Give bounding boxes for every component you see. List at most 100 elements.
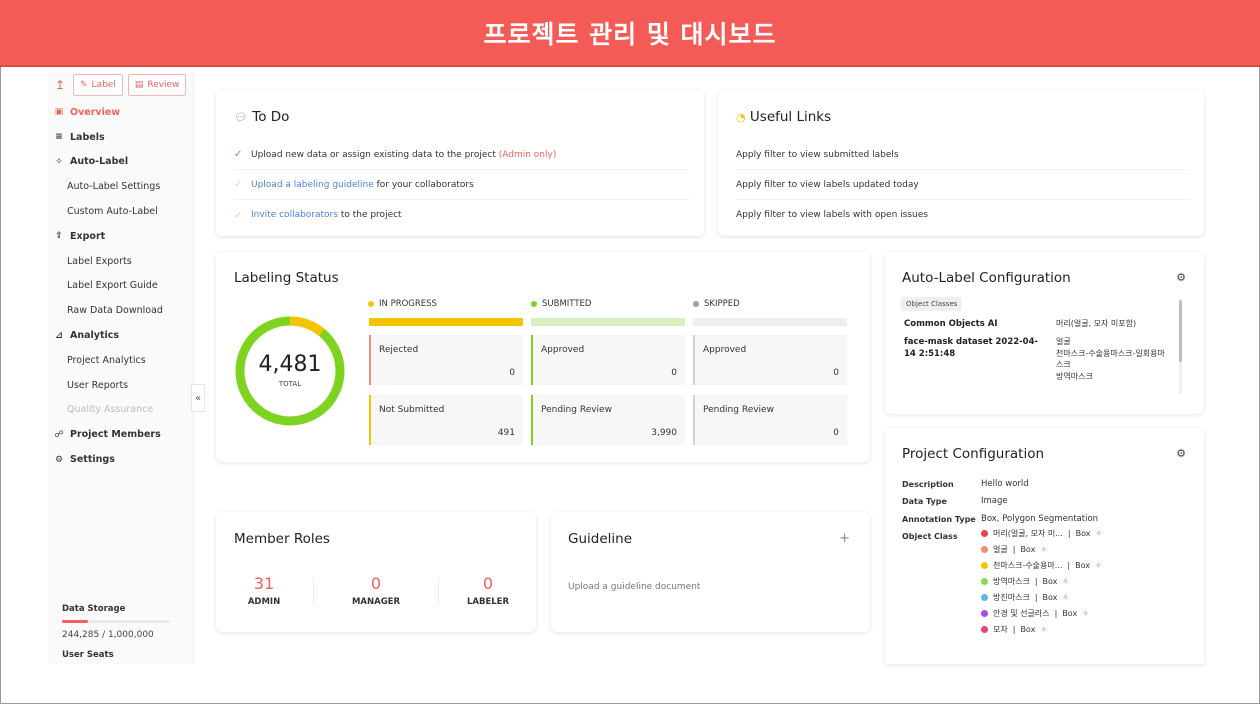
sidebar-item-auto-label-settings[interactable]: Auto-Label Settings xyxy=(48,174,193,199)
cell-title: Approved xyxy=(703,345,747,355)
useful-link-text: Apply filter to view labels with open is… xyxy=(736,210,928,220)
sidebar-item-auto-label[interactable]: ✧ Auto-Label xyxy=(48,150,193,175)
storage-panel: Data Storage 244,285 / 1,000,000 User Se… xyxy=(62,604,182,660)
upload-button[interactable]: ↥ xyxy=(52,74,68,96)
add-guideline-button[interactable]: + xyxy=(839,531,850,546)
seats-label: User Seats xyxy=(62,650,114,660)
object-classes-chip: Object Classes xyxy=(901,297,963,311)
gear-icon[interactable]: ⚙ xyxy=(1176,271,1186,284)
object-class-type: Box xyxy=(1020,545,1036,554)
status-cell-skipped-approved[interactable]: Approved 0 xyxy=(693,335,847,385)
todo-item-guideline: ✓ Upload a labeling guideline for your c… xyxy=(234,170,689,200)
status-cell-submitted-pending[interactable]: Pending Review 3,990 xyxy=(531,395,685,445)
auto-label-config-title: Auto-Label Configuration xyxy=(902,270,1071,286)
storage-bar-fill xyxy=(62,620,89,623)
gear-icon[interactable]: ⚙ xyxy=(1176,447,1186,460)
role-labeler[interactable]: 0 LABELER xyxy=(440,574,536,607)
status-cell-not-submitted[interactable]: Not Submitted 491 xyxy=(369,395,523,445)
todo-guideline-rest: for your collaborators xyxy=(373,179,474,190)
separator: | xyxy=(1067,529,1071,538)
role-count: 31 xyxy=(253,574,275,593)
sidebar-item-quality-assurance[interactable]: Quality Assurance xyxy=(48,398,193,423)
sidebar-item-label: Overview xyxy=(70,106,121,118)
sidebar-item-labels[interactable]: ≡ Labels xyxy=(48,125,193,150)
sidebar-item-label: Project Members xyxy=(70,429,161,441)
role-manager[interactable]: 0 MANAGER xyxy=(328,574,424,607)
column-head-in-progress: IN PROGRESS xyxy=(368,299,437,309)
object-class-type: Box xyxy=(1062,609,1078,618)
object-class-name: 방진마스크 xyxy=(993,593,1030,602)
auto-label-scrollbar[interactable] xyxy=(1179,300,1182,394)
review-button[interactable]: ▤ Review xyxy=(127,74,187,96)
pencil-icon: ✎ xyxy=(80,80,88,90)
invite-collaborators-link[interactable]: Invite collaborators xyxy=(251,210,338,220)
data-type-value: Image xyxy=(981,496,1008,506)
sidebar-item-project-members[interactable]: ☍ Project Members xyxy=(48,422,193,447)
useful-link-updated-today[interactable]: Apply filter to view labels updated toda… xyxy=(736,170,1191,200)
admin-only-note: (Admin only) xyxy=(498,149,557,160)
upload-guideline-link[interactable]: Upload a labeling guideline xyxy=(251,180,374,190)
assign-data-link[interactable]: assign existing data xyxy=(342,150,432,160)
status-cell-skipped-pending[interactable]: Pending Review 0 xyxy=(693,395,847,445)
sidebar-item-label: Auto-Label Settings xyxy=(67,181,161,193)
object-class-type: Box xyxy=(1020,625,1036,634)
sidebar-item-user-reports[interactable]: User Reports xyxy=(48,373,193,398)
sidebar-item-analytics[interactable]: ⊿ Analytics xyxy=(48,323,193,348)
sidebar-item-label-export-guide[interactable]: Label Export Guide xyxy=(48,274,193,299)
useful-links-title: ◔ Useful Links xyxy=(736,109,831,125)
cell-value: 0 xyxy=(833,368,839,378)
role-label: MANAGER xyxy=(351,597,401,607)
sidebar-item-custom-auto-label[interactable]: Custom Auto-Label xyxy=(48,199,193,224)
chart-icon: ⊿ xyxy=(55,330,63,341)
check-icon: ✓ xyxy=(234,149,243,160)
sidebar-item-overview[interactable]: ▣ Overview xyxy=(48,100,193,125)
sidebar-item-label: Settings xyxy=(70,454,115,466)
role-admin[interactable]: 31 ADMIN xyxy=(216,574,312,607)
status-total-label: TOTAL xyxy=(278,380,302,388)
auto-label-sparkle-icon: ✧ xyxy=(1062,593,1070,602)
skipped-bar xyxy=(693,318,847,326)
class-color-dot xyxy=(981,546,988,553)
status-cell-submitted-approved[interactable]: Approved 0 xyxy=(531,335,685,385)
separator: | xyxy=(1012,545,1016,554)
todo-title-text: To Do xyxy=(252,109,290,125)
useful-links-title-text: Useful Links xyxy=(749,109,832,125)
separator: | xyxy=(1034,577,1038,586)
status-cell-rejected[interactable]: Rejected 0 xyxy=(369,335,523,385)
sparkle-icon: ✧ xyxy=(55,156,63,167)
scrollbar-thumb[interactable] xyxy=(1179,300,1182,362)
todo-item-invite: ✓ Invite collaborators to the project xyxy=(234,200,689,230)
sidebar-item-settings[interactable]: ⚙ Settings xyxy=(48,447,193,472)
label-button[interactable]: ✎ Label xyxy=(73,74,123,96)
todo-text-or: or xyxy=(327,149,343,160)
useful-link-submitted[interactable]: Apply filter to view submitted labels xyxy=(736,140,1191,170)
in-progress-bar xyxy=(369,318,523,326)
object-class-row: 방진마스크 | Box ✧ xyxy=(981,590,1069,605)
class-color-dot xyxy=(981,594,988,601)
role-divider xyxy=(438,578,439,604)
auto-label-model-classes: 얼굴 천마스크-수술용마스크-일회용마스크 방역마스크 xyxy=(1056,337,1165,381)
sidebar-item-label-exports[interactable]: Label Exports xyxy=(48,249,193,274)
sidebar-item-export[interactable]: ⇪ Export xyxy=(48,224,193,249)
cell-title: Not Submitted xyxy=(379,405,445,415)
sidebar-item-project-analytics[interactable]: Project Analytics xyxy=(48,348,193,373)
role-label: ADMIN xyxy=(247,597,281,607)
role-count: 0 xyxy=(482,574,494,593)
role-label: LABELER xyxy=(466,597,510,607)
class-color-dot xyxy=(981,530,988,537)
submitted-bar xyxy=(531,318,685,326)
sidebar-item-label: Export xyxy=(70,230,106,242)
in-progress-dot xyxy=(368,301,374,307)
column-head-skipped: SKIPPED xyxy=(693,299,740,309)
useful-link-open-issues[interactable]: Apply filter to view labels with open is… xyxy=(736,200,1191,230)
auto-label-config-card: Auto-Label Configuration ⚙ Object Classe… xyxy=(885,252,1204,414)
sidebar-item-raw-data-download[interactable]: Raw Data Download xyxy=(48,298,193,323)
storage-bar xyxy=(62,620,170,623)
todo-card: 💬︎ To Do ✓ Upload new data or assign exi… xyxy=(216,90,704,236)
separator: | xyxy=(1054,609,1058,618)
collapse-sidebar-button[interactable]: « xyxy=(191,384,205,412)
review-icon: ▤ xyxy=(134,80,144,90)
sidebar-nav: ▣ Overview ≡ Labels ✧ Auto-Label Auto-Label Se… xyxy=(48,100,193,472)
upload-new-data-link[interactable]: Upload new data xyxy=(251,150,327,160)
guideline-card: Guideline + Upload a guideline document xyxy=(551,512,870,632)
